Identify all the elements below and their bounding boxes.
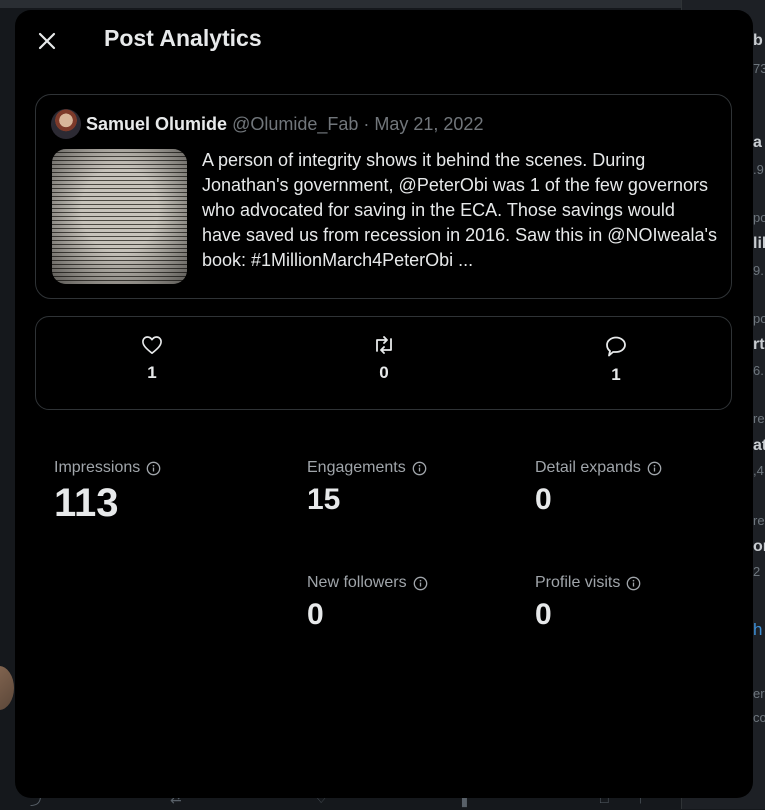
- retweet-icon: [376, 336, 392, 354]
- background-text-fragment: rt: [753, 336, 765, 353]
- background-text-fragment: po: [753, 311, 765, 326]
- likes-value: 1: [147, 363, 157, 382]
- close-icon: [38, 32, 56, 50]
- metric-new-followers: New followers 0: [307, 574, 428, 630]
- background-text-fragment: h: [753, 620, 763, 639]
- background-text-fragment: b: [753, 32, 763, 49]
- retweets-count: 0: [354, 335, 414, 383]
- metric-value: 15: [307, 483, 341, 516]
- close-button[interactable]: [33, 27, 61, 55]
- metric-label: Engagements: [307, 459, 406, 476]
- likes-count: 1: [122, 335, 182, 383]
- engagement-summary: 1 0 1: [35, 316, 732, 410]
- metric-value: 0: [307, 598, 324, 631]
- background-avatar: [0, 666, 14, 710]
- background-text-fragment: 73: [753, 61, 765, 76]
- metric-value: 0: [535, 483, 552, 516]
- tweet-card[interactable]: Samuel Olumide @Olumide_Fab · May 21, 20…: [35, 94, 732, 299]
- background-text-fragment: er: [753, 686, 765, 701]
- info-icon[interactable]: [146, 461, 161, 476]
- metric-impressions: Impressions 113: [54, 459, 161, 523]
- reply-icon: [606, 336, 626, 357]
- metric-value: 0: [535, 598, 552, 631]
- background-text-fragment: re: [753, 411, 765, 426]
- background-top-bar: [0, 0, 765, 8]
- metric-label: Profile visits: [535, 574, 621, 591]
- background-text-fragment: po: [753, 210, 765, 225]
- background-text-fragment: 6.: [753, 363, 764, 378]
- background-text-fragment: ,4: [753, 463, 764, 478]
- metric-label: New followers: [307, 574, 407, 591]
- background-text-fragment: a: [753, 134, 762, 151]
- replies-value: 1: [611, 365, 621, 384]
- background-text-fragment: re: [753, 513, 765, 528]
- background-text-fragment: lil: [753, 235, 765, 252]
- tweet-meta: @Olumide_Fab · May 21, 2022: [232, 114, 484, 134]
- metric-value: 113: [54, 481, 119, 525]
- background-text-fragment: or: [753, 538, 765, 555]
- info-icon[interactable]: [413, 576, 428, 591]
- replies-count: 1: [586, 335, 646, 385]
- tweet-header: Samuel Olumide @Olumide_Fab · May 21, 20…: [86, 114, 483, 135]
- avatar[interactable]: [51, 109, 81, 139]
- background-text-fragment: co: [753, 710, 765, 725]
- heart-icon: [142, 336, 162, 354]
- background-text-fragment: 2: [753, 564, 761, 579]
- metric-label: Impressions: [54, 459, 141, 476]
- info-icon[interactable]: [626, 576, 641, 591]
- metric-profile-visits: Profile visits 0: [535, 574, 641, 630]
- background-text-fragment: at: [753, 437, 765, 454]
- info-icon[interactable]: [647, 461, 662, 476]
- metric-label: Detail expands: [535, 459, 641, 476]
- post-analytics-modal: Post Analytics Samuel Olumide @Olumide_F…: [15, 10, 753, 798]
- tweet-text: A person of integrity shows it behind th…: [202, 150, 717, 270]
- background-text-fragment: 9.: [753, 263, 764, 278]
- info-icon[interactable]: [412, 461, 427, 476]
- author-name[interactable]: Samuel Olumide: [86, 114, 227, 134]
- background-text-fragment: .9: [753, 162, 764, 177]
- modal-title: Post Analytics: [104, 25, 262, 51]
- retweets-value: 0: [379, 363, 389, 382]
- tweet-media-thumbnail[interactable]: [52, 149, 187, 284]
- metric-engagements: Engagements 15: [307, 459, 427, 515]
- metric-detail-expands: Detail expands 0: [535, 459, 662, 515]
